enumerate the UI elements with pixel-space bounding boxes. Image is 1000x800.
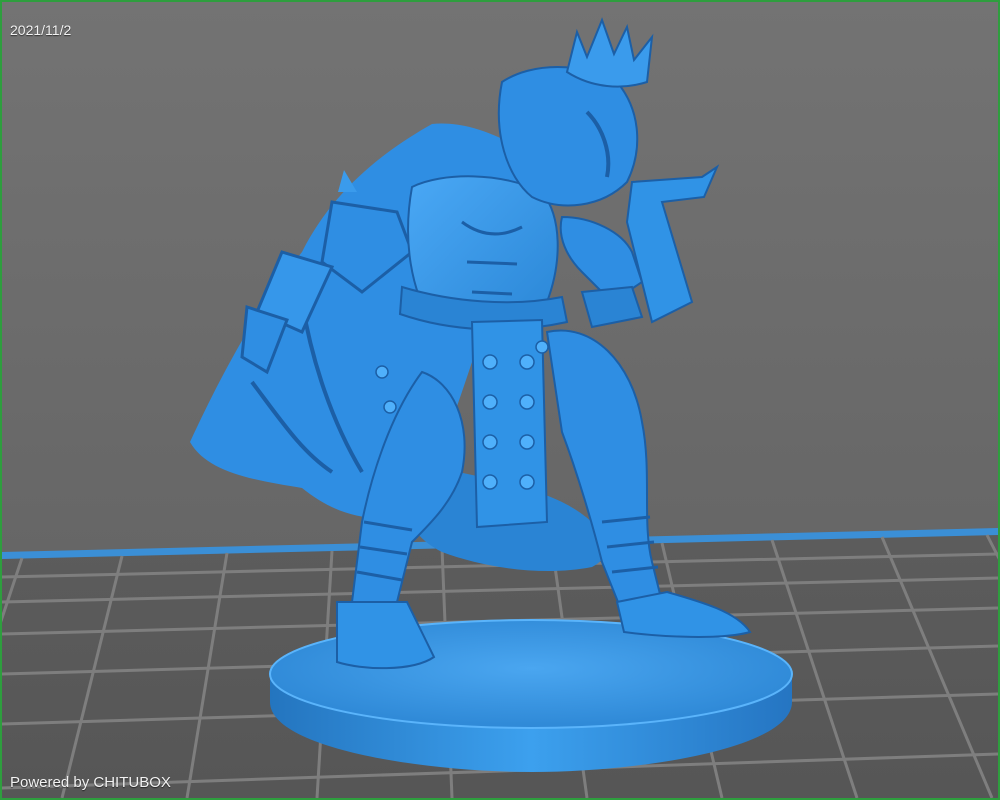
viewport-3d[interactable]: 2021/11/2 Powered by CHITUBOX — [0, 0, 1000, 800]
watermark-label: Powered by CHITUBOX — [10, 774, 171, 791]
scene-canvas[interactable] — [2, 2, 998, 798]
date-label: 2021/11/2 — [10, 22, 72, 38]
